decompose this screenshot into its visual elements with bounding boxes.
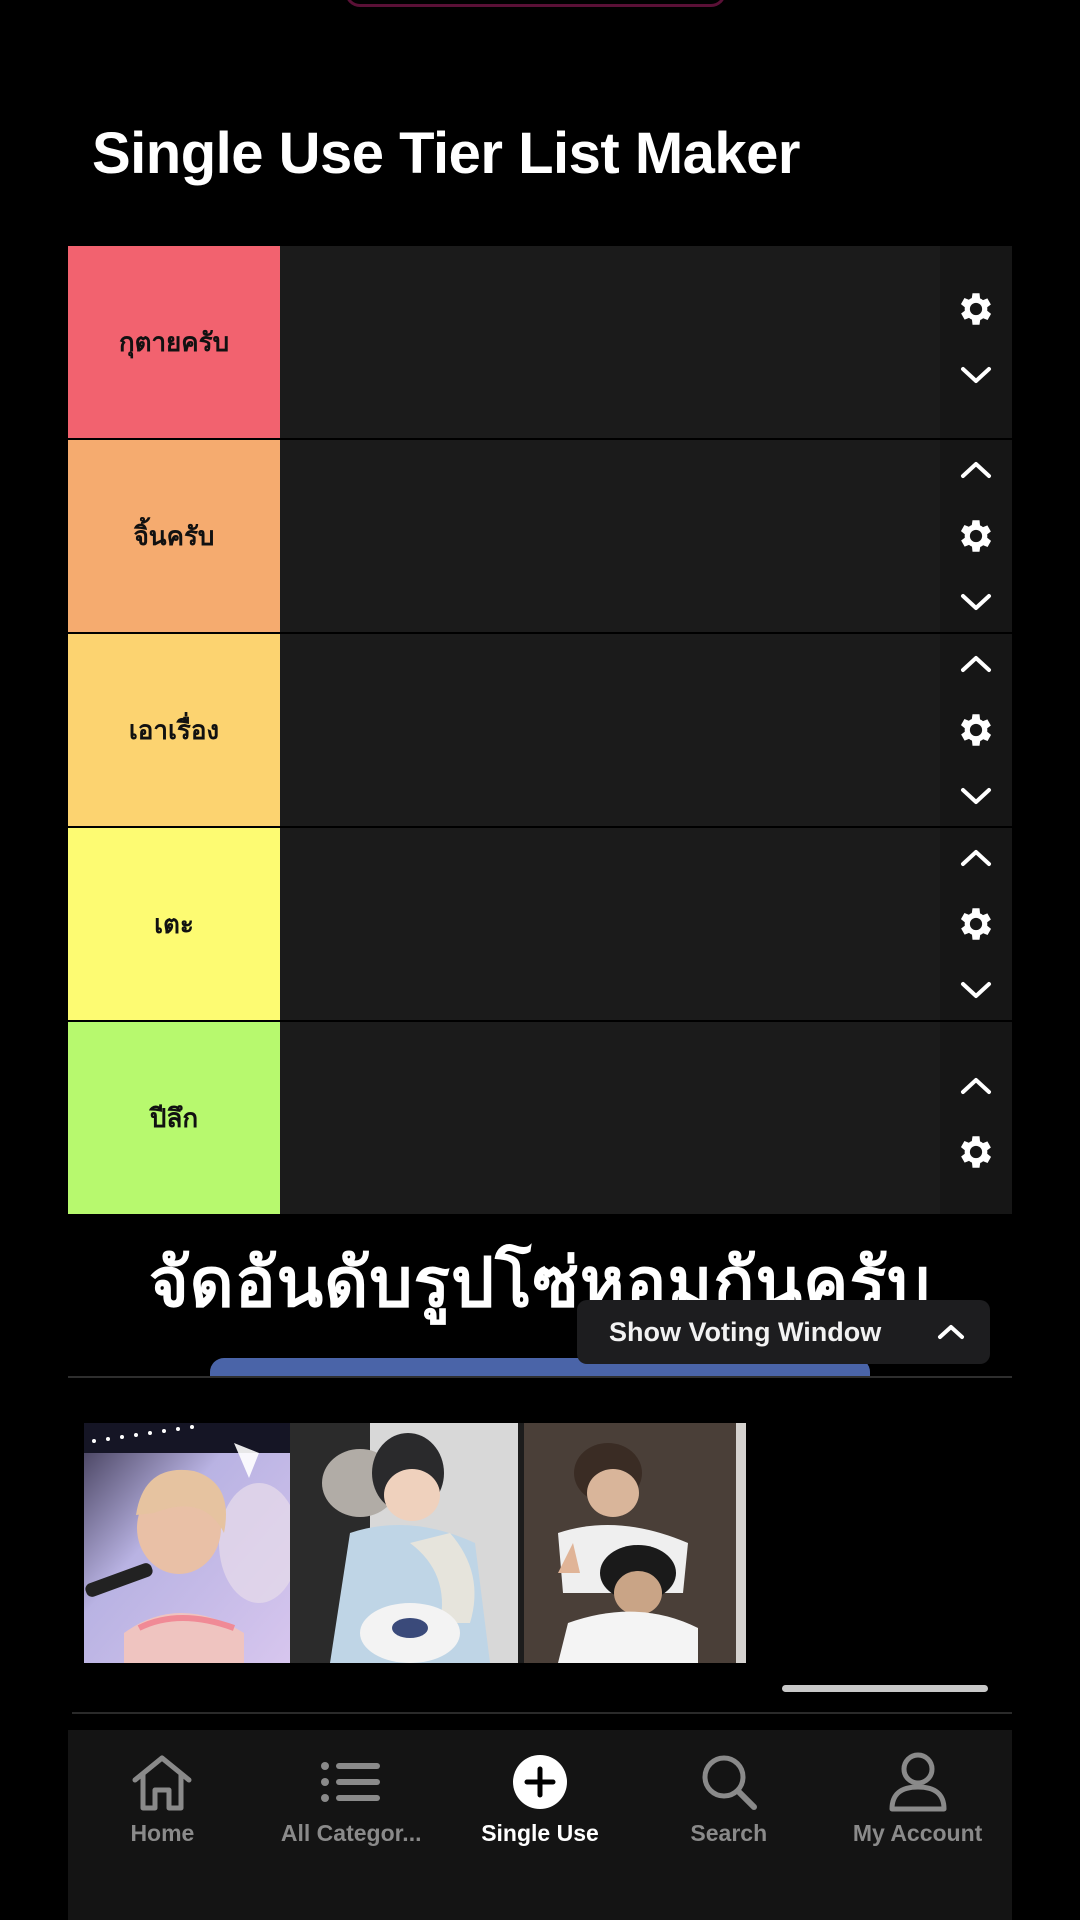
nav-label: Single Use: [481, 1820, 599, 1846]
nav-label: My Account: [852, 1820, 983, 1846]
divider: [72, 1712, 1012, 1714]
tier-label[interactable]: จิ้นครับ: [68, 440, 280, 632]
nav-label: All Categor...: [280, 1820, 422, 1846]
tier-row: กุตายครับ: [68, 246, 1012, 440]
horizontal-scrollbar[interactable]: [782, 1685, 988, 1692]
gear-icon[interactable]: [950, 510, 1002, 562]
tier-label[interactable]: เตะ: [68, 828, 280, 1020]
show-voting-window-button[interactable]: Show Voting Window: [577, 1300, 990, 1364]
tier-row: ปีลึก: [68, 1022, 1012, 1214]
nav-label: Home: [130, 1820, 195, 1846]
photo-hug-polaroid[interactable]: [518, 1423, 746, 1663]
chevron-down-icon[interactable]: [950, 349, 1002, 401]
tier-controls: [940, 440, 1012, 632]
nav-home[interactable]: Home: [68, 1730, 257, 1920]
tier-controls: [940, 246, 1012, 438]
chevron-up-icon[interactable]: [950, 1060, 1002, 1112]
nav-my-account[interactable]: My Account: [823, 1730, 1012, 1920]
list-icon: [320, 1750, 382, 1814]
tier-drop-zone[interactable]: [280, 634, 940, 826]
gear-icon[interactable]: [950, 704, 1002, 756]
tier-controls: [940, 828, 1012, 1020]
nav-label: Search: [690, 1820, 768, 1846]
home-icon: [129, 1750, 195, 1814]
chevron-down-icon[interactable]: [950, 576, 1002, 628]
voting-button-label: Show Voting Window: [609, 1316, 882, 1347]
chevron-down-icon[interactable]: [950, 964, 1002, 1016]
chevron-up-icon[interactable]: [950, 444, 1002, 496]
tier-drop-zone[interactable]: [280, 1022, 940, 1214]
chevron-up-icon[interactable]: [950, 832, 1002, 884]
photo-two-friends-sitting[interactable]: [290, 1423, 518, 1663]
chevron-up-icon: [938, 1325, 964, 1339]
account-icon: [887, 1750, 949, 1814]
tier-row: เตะ: [68, 828, 1012, 1022]
nav-all-categories[interactable]: All Categor...: [257, 1730, 446, 1920]
tier-list: กุตายครับ จิ้นครับ เอาเรื่อง เตะ ปีลึก: [68, 246, 1012, 1214]
gear-icon[interactable]: [950, 1126, 1002, 1178]
image-pool: [84, 1423, 746, 1663]
tier-row: จิ้นครับ: [68, 440, 1012, 634]
search-icon: [698, 1750, 760, 1814]
gear-icon[interactable]: [950, 898, 1002, 950]
bottom-nav: Home All Categor... Single Use Search My…: [68, 1730, 1012, 1920]
page-title: Single Use Tier List Maker: [92, 121, 800, 186]
top-decoration: [345, 0, 726, 7]
tier-row: เอาเรื่อง: [68, 634, 1012, 828]
tier-label[interactable]: เอาเรื่อง: [68, 634, 280, 826]
tier-controls: [940, 1022, 1012, 1214]
tier-drop-zone[interactable]: [280, 246, 940, 438]
tier-drop-zone[interactable]: [280, 440, 940, 632]
tier-drop-zone[interactable]: [280, 828, 940, 1020]
tier-label[interactable]: กุตายครับ: [68, 246, 280, 438]
tier-label[interactable]: ปีลึก: [68, 1022, 280, 1214]
nav-search[interactable]: Search: [634, 1730, 823, 1920]
tier-controls: [940, 634, 1012, 826]
gear-icon[interactable]: [950, 283, 1002, 335]
chevron-up-icon[interactable]: [950, 638, 1002, 690]
nav-single-use[interactable]: Single Use: [446, 1730, 635, 1920]
divider: [68, 1376, 1012, 1378]
photo-concert-singer[interactable]: [84, 1423, 290, 1663]
plus-circle-icon: [511, 1750, 569, 1814]
chevron-down-icon[interactable]: [950, 770, 1002, 822]
